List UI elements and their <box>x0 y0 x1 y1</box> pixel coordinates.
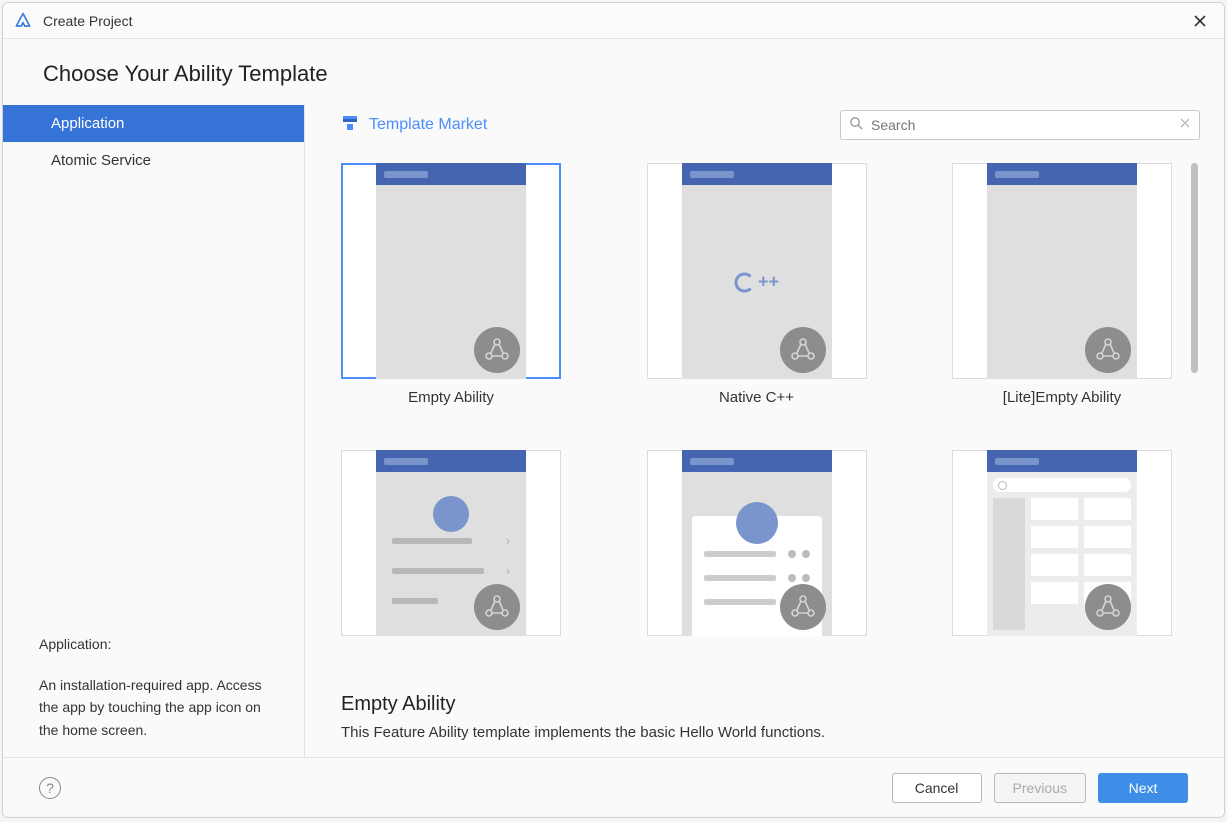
dialog-body: Choose Your Ability Template Application… <box>3 39 1224 757</box>
search-icon <box>849 116 863 135</box>
template-preview: ++ <box>647 163 867 379</box>
ability-badge-icon <box>780 327 826 373</box>
sidebar-description-body: An installation-required app. Access the… <box>39 674 284 741</box>
template-detail: Empty Ability This Feature Ability templ… <box>341 673 1200 757</box>
template-label: Native C++ <box>719 389 794 406</box>
clear-search-icon[interactable] <box>1179 116 1191 134</box>
window-title: Create Project <box>43 13 132 29</box>
main-topbar: Template Market <box>341 105 1200 145</box>
ability-badge-icon <box>780 584 826 630</box>
sidebar-item-label: Atomic Service <box>51 152 151 169</box>
template-card-lite-empty-ability[interactable]: [Lite]Empty Ability <box>952 163 1172 406</box>
chevron-right-icon: › <box>506 534 510 548</box>
market-icon <box>341 114 359 137</box>
next-button[interactable]: Next <box>1098 773 1188 803</box>
app-logo-icon <box>13 11 33 31</box>
cpp-icon: ++ <box>734 272 779 293</box>
ability-badge-icon <box>474 584 520 630</box>
template-preview <box>952 163 1172 379</box>
template-label: [Lite]Empty Ability <box>1003 389 1121 406</box>
ability-badge-icon <box>474 327 520 373</box>
sidebar-item-application[interactable]: Application <box>3 105 304 142</box>
close-button[interactable] <box>1186 7 1214 35</box>
template-grid: Empty Ability ++ <box>341 163 1200 636</box>
detail-description: This Feature Ability template implements… <box>341 724 1200 741</box>
sidebar-item-atomic-service[interactable]: Atomic Service <box>3 142 304 179</box>
search-input[interactable] <box>871 117 1171 133</box>
sidebar-description-title: Application: <box>39 633 284 655</box>
ability-badge-icon <box>1085 584 1131 630</box>
previous-button[interactable]: Previous <box>994 773 1086 803</box>
titlebar: Create Project <box>3 3 1224 39</box>
template-preview <box>952 450 1172 636</box>
sidebar: Application Atomic Service Application: … <box>3 105 305 757</box>
dialog-footer: ? Cancel Previous Next <box>3 757 1224 817</box>
detail-title: Empty Ability <box>341 693 1200 716</box>
template-market-link[interactable]: Template Market <box>341 114 487 137</box>
content-split: Application Atomic Service Application: … <box>3 105 1224 757</box>
template-card[interactable] <box>952 450 1172 636</box>
main-panel: Template Market <box>305 105 1224 757</box>
search-bar-icon <box>993 478 1131 492</box>
create-project-dialog: Create Project Choose Your Ability Templ… <box>2 2 1225 818</box>
template-grid-wrap: Empty Ability ++ <box>341 163 1200 673</box>
template-card-native-cpp[interactable]: ++ Native C++ <box>647 163 867 406</box>
grid-scrollbar[interactable] <box>1191 163 1198 373</box>
avatar-icon <box>433 496 469 532</box>
template-preview <box>341 163 561 379</box>
avatar-icon <box>736 502 778 544</box>
help-button[interactable]: ? <box>39 777 61 799</box>
page-heading: Choose Your Ability Template <box>3 39 1224 105</box>
search-box[interactable] <box>840 110 1200 140</box>
template-card-empty-ability[interactable]: Empty Ability <box>341 163 561 406</box>
template-preview: › › › <box>341 450 561 636</box>
cancel-button[interactable]: Cancel <box>892 773 982 803</box>
sidebar-description: Application: An installation-required ap… <box>3 633 304 741</box>
template-card[interactable]: › › › <box>341 450 561 636</box>
chevron-right-icon: › <box>506 564 510 578</box>
template-preview <box>647 450 867 636</box>
template-market-label: Template Market <box>369 116 487 134</box>
template-label: Empty Ability <box>408 389 494 406</box>
sidebar-item-label: Application <box>51 115 124 132</box>
ability-badge-icon <box>1085 327 1131 373</box>
template-card[interactable] <box>647 450 867 636</box>
